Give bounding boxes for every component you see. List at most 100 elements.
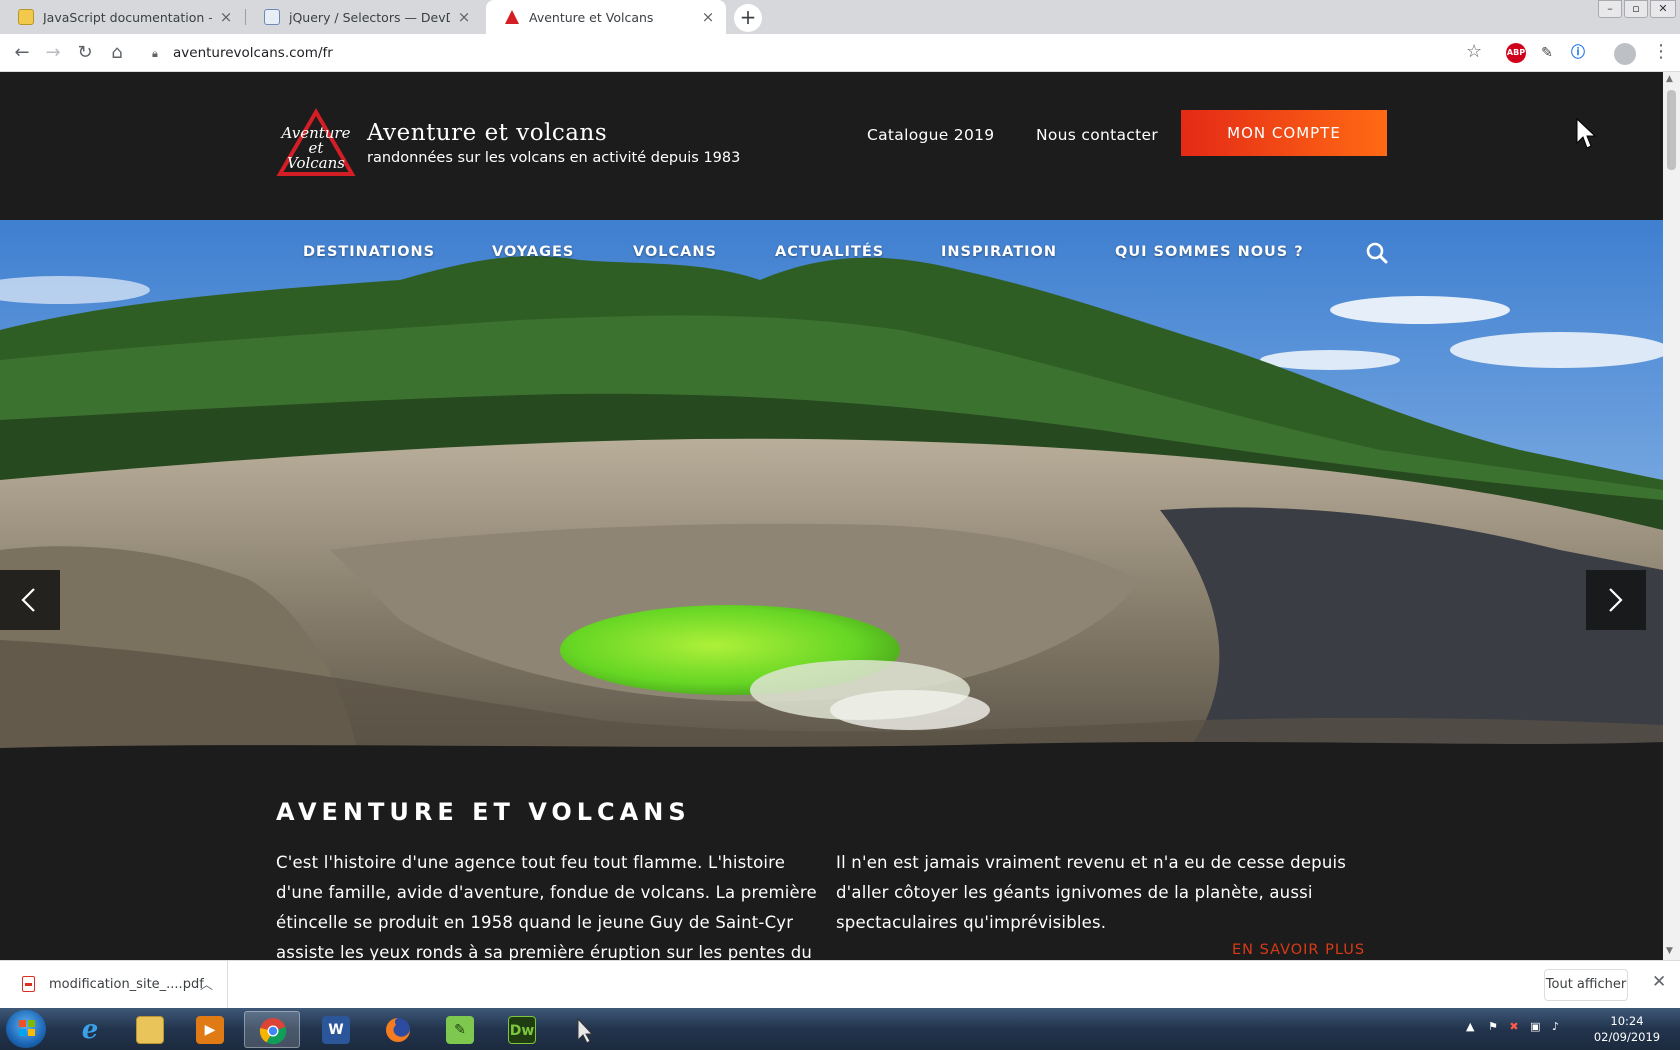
translate-extension-icon[interactable]: ⓘ — [1568, 43, 1588, 63]
window-controls: – ▫ ✕ — [1596, 0, 1676, 20]
intro-paragraph-right: Il n'en est jamais vraiment revenu et n'… — [836, 853, 1347, 932]
system-clock[interactable]: 10:24 02/09/2019 — [1592, 1013, 1662, 1045]
devdocs-icon — [264, 9, 280, 25]
word-taskbar-button[interactable]: W — [308, 1011, 364, 1048]
nav-destinations[interactable]: DESTINATIONS — [303, 244, 435, 260]
tab-aventure-volcans[interactable]: Aventure et Volcans × — [486, 0, 726, 34]
slider-previous-button[interactable] — [0, 570, 60, 630]
color-picker-icon[interactable]: ✎ — [1537, 43, 1557, 63]
clock-time: 10:24 — [1610, 1014, 1644, 1028]
internet-explorer-icon: e — [81, 1015, 99, 1045]
my-account-button[interactable]: MON COMPTE — [1181, 110, 1387, 156]
security-tray-icon[interactable]: ✖ — [1509, 1020, 1518, 1033]
volcano-crater-image — [0, 220, 1663, 760]
windows-taskbar: e ▶ W ✎ Dw ▲ ⚑ ✖ ▣ ♪ 10:24 02/09/2019 — [0, 1008, 1680, 1050]
nav-volcans[interactable]: VOLCANS — [633, 244, 717, 260]
folder-icon — [136, 1016, 164, 1044]
windows-logo-icon — [19, 1020, 35, 1036]
intro-section: AVENTURE ET VOLCANS C'est l'histoire d'u… — [0, 760, 1663, 960]
url-text[interactable]: aventurevolcans.com/fr — [173, 45, 333, 61]
maximize-button[interactable]: ▫ — [1624, 0, 1648, 18]
site-header: Aventure et Volcans Aventure et volcans … — [0, 72, 1663, 220]
forward-icon[interactable]: → — [41, 42, 65, 64]
close-downloads-icon[interactable]: ✕ — [1652, 972, 1666, 992]
back-icon[interactable]: ← — [10, 42, 34, 64]
catalogue-link[interactable]: Catalogue 2019 — [867, 126, 994, 144]
notepad-icon: ✎ — [446, 1016, 474, 1044]
logo-text: Volcans — [287, 154, 345, 172]
close-tab-icon[interactable]: × — [700, 8, 716, 26]
action-center-flag-icon[interactable]: ⚑ — [1488, 1020, 1498, 1033]
nav-voyages[interactable]: VOYAGES — [492, 244, 574, 260]
chrome-icon — [259, 1018, 287, 1045]
internet-explorer-taskbar-button[interactable]: e — [62, 1011, 118, 1048]
scroll-down-icon[interactable]: ▼ — [1666, 946, 1673, 956]
notepad-taskbar-button[interactable]: ✎ — [432, 1011, 488, 1048]
tray-expand-icon[interactable]: ▲ — [1466, 1020, 1474, 1033]
file-explorer-taskbar-button[interactable] — [122, 1011, 178, 1048]
section-title: AVENTURE ET VOLCANS — [276, 798, 691, 826]
close-tab-icon[interactable]: × — [218, 8, 234, 26]
site-title[interactable]: Aventure et volcans — [367, 120, 607, 146]
nav-qui-sommes-nous[interactable]: QUI SOMMES NOUS ? — [1115, 244, 1304, 260]
chrome-menu-icon[interactable]: ⋮ — [1652, 41, 1670, 62]
cursor-app-taskbar-button[interactable] — [556, 1011, 612, 1048]
reload-icon[interactable]: ↻ — [73, 42, 97, 64]
lock-icon[interactable]: 🔒︎ — [152, 47, 158, 61]
chevron-up-icon[interactable]: ︿ — [200, 974, 213, 993]
download-item[interactable]: modification_site_....pdf ︿ — [0, 961, 228, 1009]
close-window-button[interactable]: ✕ — [1650, 0, 1676, 18]
site-logo[interactable]: Aventure et Volcans — [276, 108, 356, 178]
hero-slider: DESTINATIONS VOYAGES VOLCANS ACTUALITÉS … — [0, 220, 1663, 760]
show-all-downloads-button[interactable]: Tout afficher — [1544, 969, 1628, 1001]
main-navigation: DESTINATIONS VOYAGES VOLCANS ACTUALITÉS … — [0, 238, 1663, 268]
web-page: Aventure et Volcans Aventure et volcans … — [0, 72, 1663, 960]
page-scrollbar[interactable]: ▲ ▼ — [1663, 72, 1680, 960]
devdocs-icon — [18, 9, 34, 25]
firefox-taskbar-button[interactable] — [370, 1011, 426, 1048]
media-player-icon: ▶ — [196, 1016, 224, 1044]
chrome-taskbar-button[interactable] — [244, 1011, 300, 1048]
nav-actualites[interactable]: ACTUALITÉS — [775, 244, 884, 260]
mouse-cursor-icon — [1576, 118, 1596, 149]
dreamweaver-taskbar-button[interactable]: Dw — [494, 1011, 550, 1048]
start-button[interactable] — [6, 1010, 46, 1048]
address-bar[interactable] — [142, 38, 1482, 68]
clock-date: 02/09/2019 — [1593, 1030, 1661, 1044]
chevron-right-icon — [1609, 588, 1623, 612]
contact-link[interactable]: Nous contacter — [1036, 126, 1158, 144]
bookmark-star-icon[interactable]: ☆ — [1466, 41, 1482, 62]
site-tagline: randonnées sur les volcans en activité d… — [367, 150, 741, 166]
minimize-button[interactable]: – — [1598, 0, 1622, 18]
scrollbar-thumb[interactable] — [1667, 90, 1676, 170]
media-player-taskbar-button[interactable]: ▶ — [182, 1011, 238, 1048]
home-icon[interactable]: ⌂ — [105, 42, 129, 64]
tab-jquery-selectors[interactable]: jQuery / Selectors — DevDocs × — [246, 0, 482, 34]
browser-tab-strip: JavaScript documentation — DevDocs × jQu… — [0, 0, 1680, 34]
download-filename[interactable]: modification_site_....pdf — [49, 977, 204, 992]
nav-inspiration[interactable]: INSPIRATION — [941, 244, 1057, 260]
firefox-icon — [386, 1018, 410, 1042]
new-tab-button[interactable]: + — [734, 4, 762, 32]
chevron-left-icon — [21, 588, 35, 612]
pdf-file-icon — [22, 976, 35, 992]
adblock-plus-icon[interactable]: ABP — [1506, 43, 1526, 63]
search-icon[interactable] — [1366, 242, 1388, 264]
system-tray: ▲ ⚑ ✖ ▣ ♪ — [1466, 1020, 1559, 1033]
tab-javascript-docs[interactable]: JavaScript documentation — DevDocs × — [0, 0, 244, 34]
browser-toolbar: ← → ↻ ⌂ 🔒︎ aventurevolcans.com/fr ☆ ABP … — [0, 34, 1680, 72]
close-tab-icon[interactable]: × — [456, 8, 472, 26]
network-icon[interactable]: ▣ — [1530, 1020, 1540, 1033]
cursor-app-icon — [577, 1017, 594, 1044]
intro-paragraph-left: C'est l'histoire d'une agence tout feu t… — [276, 853, 817, 960]
volcano-favicon-icon — [505, 10, 519, 24]
read-more-link[interactable]: EN SAVOIR PLUS — [1232, 942, 1365, 958]
word-icon: W — [322, 1016, 350, 1044]
tab-title: jQuery / Selectors — DevDocs — [289, 9, 450, 25]
tab-title: Aventure et Volcans — [529, 9, 654, 25]
slider-next-button[interactable] — [1586, 570, 1646, 630]
profile-avatar[interactable] — [1614, 43, 1636, 65]
scroll-up-icon[interactable]: ▲ — [1666, 74, 1673, 84]
volume-icon[interactable]: ♪ — [1552, 1020, 1559, 1033]
tab-title: JavaScript documentation — DevDocs — [43, 9, 212, 25]
